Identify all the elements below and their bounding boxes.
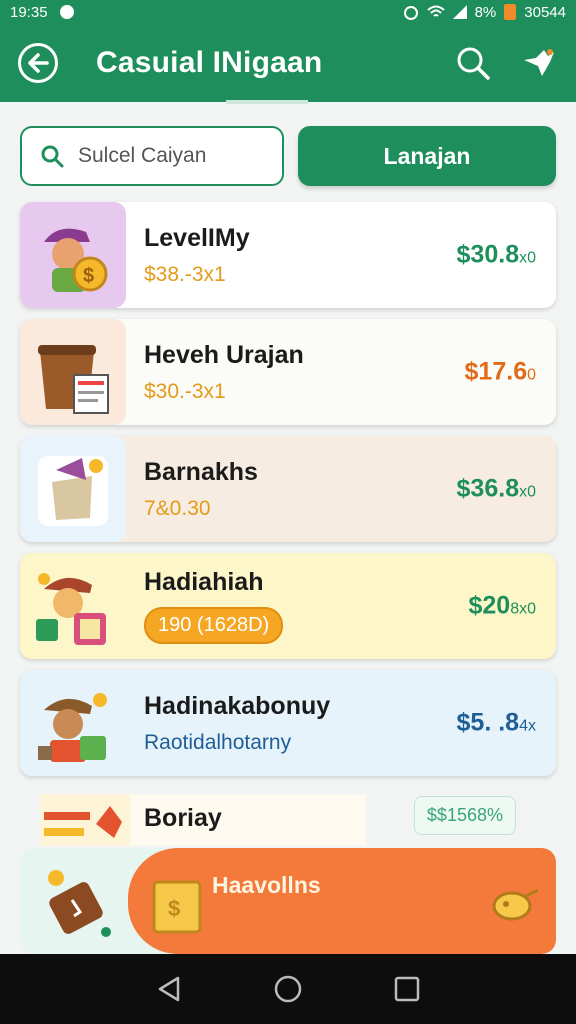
- list-item[interactable]: $ LevelIMy $38.-3x1 $30.8x0: [20, 202, 556, 308]
- tab-indicator: [226, 100, 308, 104]
- item-name: LevelIMy: [144, 223, 250, 252]
- app-bar-actions: [454, 44, 558, 82]
- character-gift-icon: [36, 573, 106, 645]
- item-thumbnail: [20, 553, 126, 659]
- notification-icon: [59, 5, 74, 19]
- item-price-suffix: x0: [519, 483, 536, 501]
- wifi-icon: [426, 5, 445, 17]
- item-price-suffix: 8x0: [510, 600, 536, 618]
- banner-label: Haavollns: [212, 872, 321, 898]
- item-price: $36.8x0: [457, 475, 536, 504]
- item-info: LevelIMy $38.-3x1: [144, 224, 250, 287]
- item-list: $ LevelIMy $38.-3x1 $30.8x0 Heveh Urajan…: [20, 202, 556, 787]
- status-icons: 8% 30544: [403, 4, 566, 21]
- item-thumbnail: [20, 670, 126, 776]
- list-item[interactable]: Hadiahiah 190 (1628D) $208x0: [20, 553, 556, 659]
- status-time: 19:35: [10, 3, 48, 21]
- list-item[interactable]: Barnakhs 7&0.30 $36.8x0: [20, 436, 556, 542]
- item-price-suffix: 0: [527, 366, 536, 384]
- item-thumbnail: $: [20, 202, 126, 308]
- item-price-value: $5. .8: [456, 708, 520, 737]
- svg-text:$: $: [168, 896, 180, 921]
- list-item-partial[interactable]: Boriay $$1568%: [40, 794, 536, 846]
- item-thumbnail: [20, 319, 126, 425]
- basket-icon: [38, 456, 108, 526]
- alarm-icon: [403, 6, 418, 20]
- item-thumbnail: [20, 436, 126, 542]
- search-field-icon: [41, 145, 64, 168]
- battery-percent: 8%: [474, 3, 497, 21]
- banner-orange-panel: $: [128, 848, 556, 954]
- search-field[interactable]: [20, 126, 284, 186]
- search-row: Lanajan: [20, 126, 556, 188]
- item-thumbnail: [40, 794, 130, 846]
- search-button[interactable]: Lanajan: [298, 126, 556, 186]
- battery-icon: [504, 4, 517, 20]
- item-price-value: $36.8: [456, 474, 520, 503]
- item-price: $5. .84x: [457, 709, 536, 738]
- banner-left-art: [20, 848, 138, 954]
- item-name: Hadinakabonuy: [144, 691, 331, 720]
- item-info: Barnakhs 7&0.30: [144, 458, 258, 521]
- item-price-suffix: x0: [519, 249, 536, 267]
- item-price-value: $30.8: [456, 240, 520, 269]
- app-bar: Casuial INigaan: [0, 24, 576, 102]
- character-box-icon: [38, 693, 107, 762]
- bird-icon[interactable]: [520, 44, 558, 82]
- system-nav-bar: [0, 954, 576, 1024]
- item-price: $17.60: [465, 358, 536, 387]
- item-subtitle: 7&0.30: [144, 496, 211, 520]
- character-coin-icon: $: [44, 228, 108, 292]
- item-price-value: $20: [468, 591, 511, 620]
- signal-icon: [452, 5, 467, 19]
- item-name: Boriay: [144, 804, 222, 832]
- back-arrow-glyph: [28, 53, 49, 73]
- coin-bag-icon: $: [152, 880, 202, 934]
- list-item[interactable]: Heveh Urajan $30.-3x1 $17.60: [20, 319, 556, 425]
- item-info: Hadiahiah 190 (1628D): [144, 568, 284, 644]
- item-info: Heveh Urajan $30.-3x1: [144, 341, 304, 404]
- item-subtitle: Raotidalhotarny: [144, 730, 292, 754]
- bucket-receipt-icon: [38, 345, 109, 414]
- item-subtitle: $38.-3x1: [144, 262, 226, 286]
- item-subtitle: $30.-3x1: [144, 379, 226, 403]
- flag-icon: [44, 806, 122, 838]
- item-name: Heveh Urajan: [144, 340, 304, 369]
- item-badge: 190 (1628D): [144, 607, 284, 644]
- item-name: Hadiahiah: [144, 568, 264, 596]
- promo-banner[interactable]: $ Haavollns: [20, 848, 556, 954]
- square-recents-icon[interactable]: [387, 969, 427, 1009]
- svg-text:$: $: [83, 265, 94, 287]
- item-name: Barnakhs: [144, 457, 258, 486]
- circle-home-icon[interactable]: [268, 969, 308, 1009]
- item-info: Hadinakabonuy Raotidalhotarny: [144, 692, 330, 755]
- arrow-left-icon[interactable]: [18, 43, 58, 83]
- search-input[interactable]: [78, 144, 248, 168]
- list-item[interactable]: Hadinakabonuy Raotidalhotarny $5. .84x: [20, 670, 556, 776]
- item-price: $208x0: [468, 592, 536, 621]
- pot-icon: [492, 888, 539, 921]
- item-price-suffix: 4x: [519, 717, 536, 735]
- item-price-value: $17.6: [464, 357, 528, 386]
- status-bar: 19:35 8% 30544: [0, 0, 576, 24]
- item-price: $30.8x0: [457, 241, 536, 270]
- search-icon[interactable]: [454, 44, 492, 82]
- item-price: $$1568%: [413, 796, 516, 835]
- page-title: Casuial INigaan: [96, 46, 323, 79]
- wallet-icon: [48, 870, 111, 937]
- triangle-back-icon[interactable]: [149, 969, 189, 1009]
- status-right-text: 30544: [524, 3, 566, 21]
